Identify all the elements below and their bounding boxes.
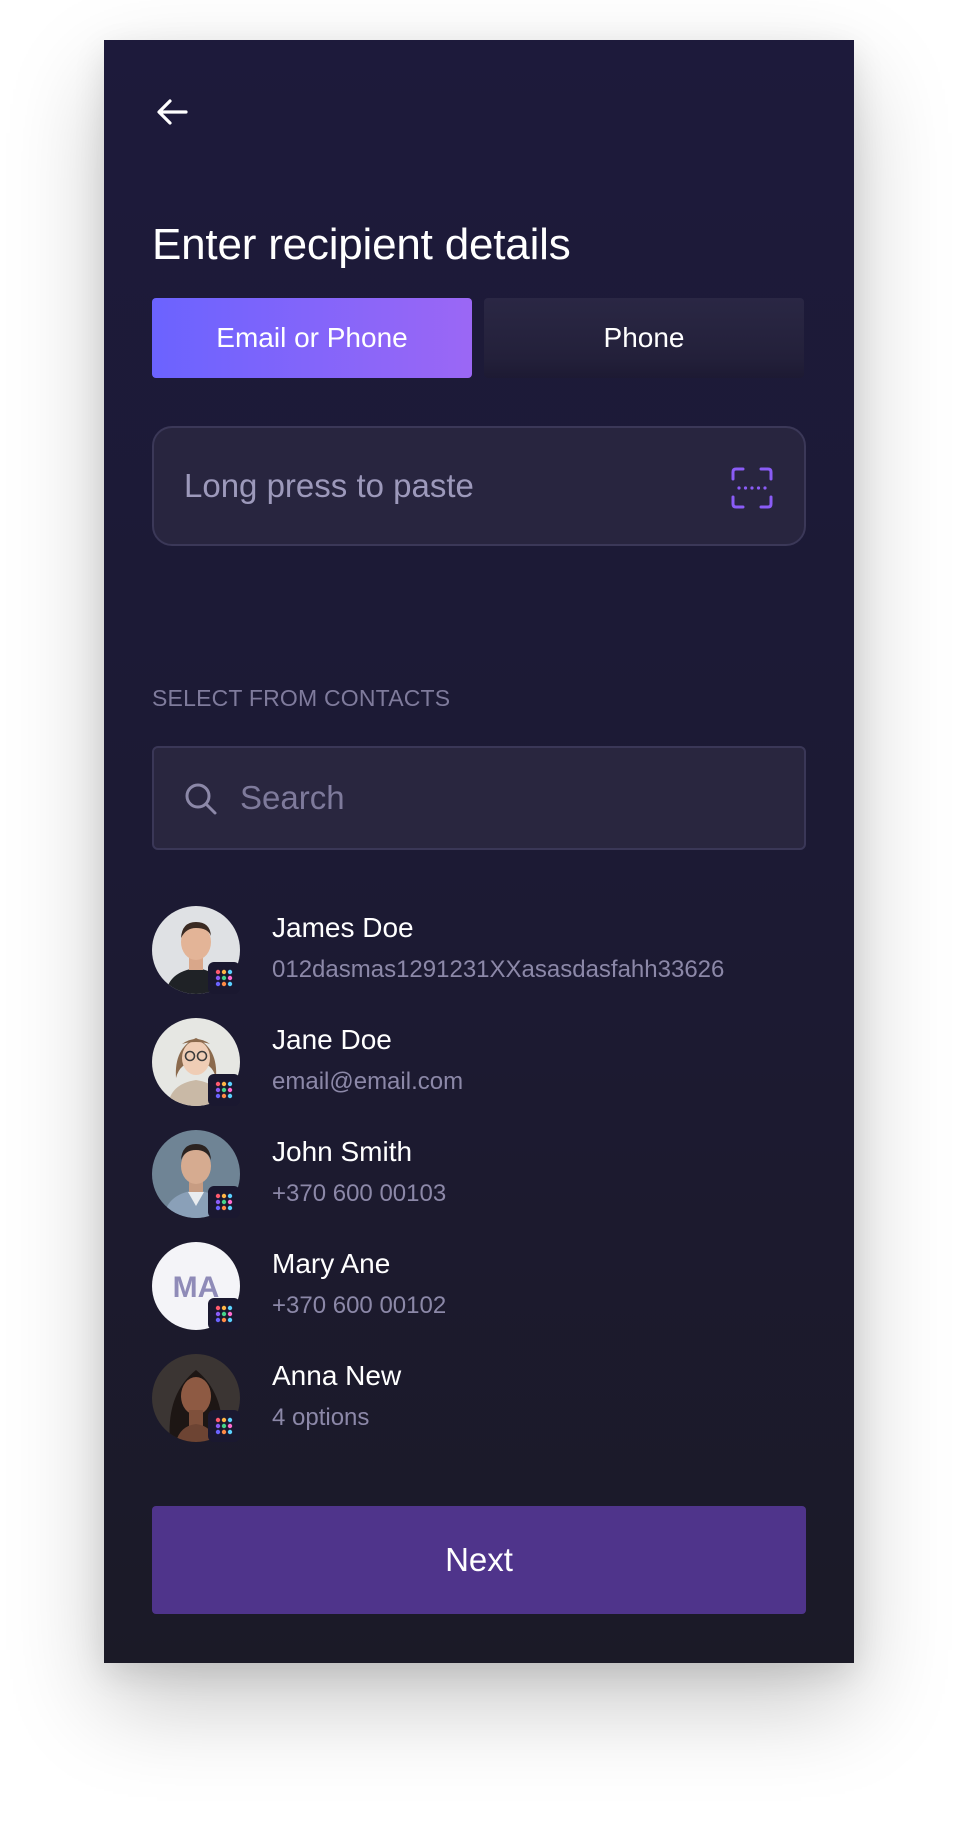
contact-detail: 012dasmas1291231XXasasdasfahh33626: [272, 956, 725, 983]
contacts-section-label: SELECT FROM CONTACTS: [152, 685, 451, 711]
contact-name: Mary Ane: [272, 1248, 391, 1279]
contact-detail: +370 600 00103: [272, 1180, 447, 1207]
contact-item[interactable]: James Doe 012dasmas1291231XXasasdasfahh3…: [152, 906, 806, 1018]
recipient-type-tabs: Email or Phone Phone: [152, 298, 806, 378]
page-title: Enter recipient details: [152, 220, 571, 269]
contact-name: Anna New: [272, 1360, 402, 1391]
contact-search[interactable]: [152, 746, 806, 850]
tab-phone[interactable]: Phone: [484, 298, 804, 378]
next-button[interactable]: Next: [152, 1506, 806, 1614]
contact-detail: email@email.com: [272, 1068, 464, 1095]
paste-field[interactable]: [152, 426, 806, 546]
contact-name: James Doe: [272, 912, 414, 943]
app-badge-icon: [208, 1410, 240, 1442]
contact-list: James Doe 012dasmas1291231XXasasdasfahh3…: [152, 906, 806, 1466]
tab-email-or-phone[interactable]: Email or Phone: [152, 298, 472, 378]
contact-item[interactable]: Jane Doe email@email.com: [152, 1018, 806, 1130]
contact-detail: 4 options: [272, 1404, 370, 1431]
paste-input[interactable]: [184, 428, 704, 544]
back-button[interactable]: [152, 92, 192, 132]
contact-item[interactable]: John Smith +370 600 00103: [152, 1130, 806, 1242]
app-badge-icon: [208, 962, 240, 994]
app-badge-icon: [208, 1186, 240, 1218]
search-input[interactable]: [240, 748, 780, 848]
recipient-screen: Enter recipient details Email or Phone P…: [104, 40, 854, 1663]
app-badge-icon: [208, 1298, 240, 1330]
contact-item[interactable]: MA Mary Ane +370 600 00102: [152, 1242, 806, 1354]
search-icon: [185, 783, 217, 815]
contact-item[interactable]: Anna New 4 options: [152, 1354, 806, 1466]
contact-name: Jane Doe: [272, 1024, 392, 1055]
app-badge-icon: [208, 1074, 240, 1106]
contact-detail: +370 600 00102: [272, 1292, 447, 1319]
contact-name: John Smith: [272, 1136, 413, 1167]
scan-qr-icon[interactable]: [730, 466, 774, 510]
arrow-left-icon: [157, 99, 188, 125]
